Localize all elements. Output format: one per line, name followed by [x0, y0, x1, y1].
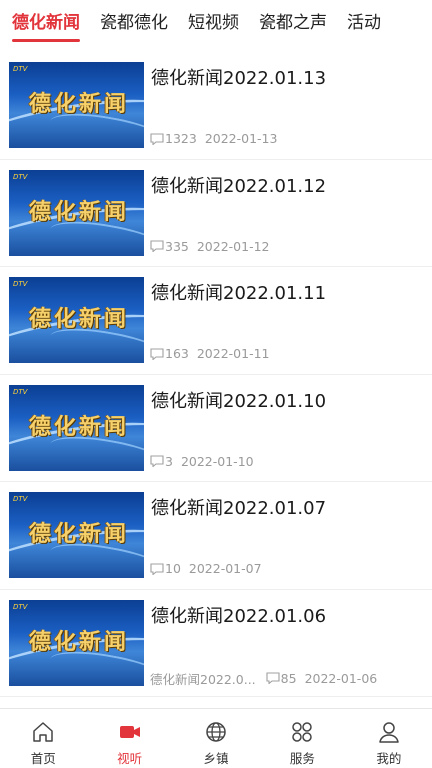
- video-thumbnail[interactable]: DTV 德化新闻: [9, 599, 144, 686]
- tab-dehua-news[interactable]: 德化新闻: [0, 0, 90, 46]
- view-count: 335: [165, 238, 189, 254]
- news-list: DTV 德化新闻 德化新闻2022.01.13 1323 2022-01-13 …: [0, 52, 432, 697]
- news-meta: 10 2022-01-07: [150, 561, 262, 576]
- globe-icon: [206, 722, 226, 742]
- tab-label: 瓷都德化: [100, 13, 168, 33]
- publish-date: 2022-01-13: [204, 131, 278, 146]
- thumbnail-logo-text: 德化新闻: [29, 413, 130, 440]
- news-meta: 3 2022-01-10: [150, 454, 254, 469]
- news-title[interactable]: 德化新闻2022.01.07: [151, 494, 421, 520]
- channel-logo-icon: DTV: [13, 65, 28, 73]
- grid-circles-icon: [292, 722, 313, 742]
- tab-label: 德化新闻: [12, 13, 80, 33]
- view-count: 85: [280, 670, 297, 686]
- thumbnail-logo-text: 德化新闻: [29, 91, 130, 117]
- nav-label: 视听: [117, 751, 143, 766]
- comment-icon: [150, 347, 164, 360]
- channel-logo-icon: DTV: [13, 280, 28, 288]
- news-meta: 1323 2022-01-13: [150, 131, 277, 146]
- publish-date: 2022-01-07: [188, 561, 262, 576]
- tab-label: 活动: [347, 13, 381, 33]
- view-count: 3: [165, 453, 173, 469]
- thumbnail-logo-text: 德化新闻: [29, 306, 130, 332]
- video-camera-icon: [119, 726, 140, 738]
- tab-label: 瓷都之声: [259, 13, 327, 33]
- news-title[interactable]: 德化新闻2022.01.06: [151, 602, 421, 628]
- tab-cidu-dehua[interactable]: 瓷都德化: [90, 0, 178, 46]
- video-thumbnail[interactable]: DTV 德化新闻: [9, 492, 144, 578]
- nav-label: 首页: [30, 751, 56, 766]
- tab-activities[interactable]: 活动: [337, 0, 391, 46]
- news-title[interactable]: 德化新闻2022.01.12: [151, 172, 421, 198]
- list-item[interactable]: DTV 德化新闻 德化新闻2022.01.11 163 2022-01-11: [0, 267, 432, 375]
- nav-media[interactable]: 视听: [86, 709, 172, 768]
- tab-short-video[interactable]: 短视频: [178, 0, 249, 46]
- news-meta: 163 2022-01-11: [150, 346, 270, 361]
- nav-label: 乡镇: [203, 751, 229, 766]
- list-item[interactable]: DTV 德化新闻 德化新闻2022.01.10 3 2022-01-10: [0, 375, 432, 482]
- nav-towns[interactable]: 乡镇: [173, 709, 259, 768]
- news-meta: 德化新闻2022.0... 85 2022-01-06: [150, 669, 377, 688]
- tab-cidu-voice[interactable]: 瓷都之声: [249, 0, 337, 46]
- news-title[interactable]: 德化新闻2022.01.13: [151, 64, 421, 90]
- view-count: 163: [165, 346, 189, 361]
- bottom-navigation: 首页 视听 乡镇 服务 我的: [0, 708, 432, 768]
- thumbnail-logo-text: 德化新闻: [29, 198, 130, 225]
- publish-date: 2022-01-11: [196, 346, 270, 361]
- category-tabs: 德化新闻 瓷都德化 短视频 瓷都之声 活动: [0, 0, 432, 46]
- publish-date: 2022-01-10: [180, 453, 254, 469]
- nav-profile[interactable]: 我的: [346, 709, 432, 768]
- news-title[interactable]: 德化新闻2022.01.10: [151, 387, 421, 413]
- video-thumbnail[interactable]: DTV 德化新闻: [9, 277, 144, 363]
- comment-icon: [150, 132, 164, 145]
- view-count: 10: [165, 561, 181, 576]
- user-icon: [379, 722, 399, 743]
- thumbnail-logo-text: 德化新闻: [29, 628, 130, 655]
- publish-date: 2022-01-06: [304, 670, 378, 686]
- channel-logo-icon: DTV: [13, 495, 28, 503]
- video-thumbnail[interactable]: DTV 德化新闻: [9, 62, 144, 148]
- news-meta: 335 2022-01-12: [150, 239, 270, 254]
- video-thumbnail[interactable]: DTV 德化新闻: [9, 384, 144, 471]
- news-source: 德化新闻2022.0...: [150, 671, 256, 687]
- nav-label: 服务: [289, 751, 315, 766]
- news-title[interactable]: 德化新闻2022.01.11: [151, 279, 421, 305]
- channel-logo-icon: DTV: [13, 387, 28, 396]
- nav-label: 我的: [376, 751, 402, 766]
- channel-logo-icon: DTV: [13, 172, 28, 181]
- publish-date: 2022-01-12: [196, 238, 270, 254]
- list-item[interactable]: DTV 德化新闻 德化新闻2022.01.12 335 2022-01-12: [0, 160, 432, 267]
- comment-icon: [150, 240, 164, 252]
- channel-logo-icon: DTV: [13, 602, 28, 611]
- video-thumbnail[interactable]: DTV 德化新闻: [9, 169, 144, 256]
- comment-icon: [150, 562, 164, 575]
- nav-home[interactable]: 首页: [0, 709, 86, 768]
- view-count: 1323: [165, 131, 197, 146]
- comment-icon: [266, 672, 280, 684]
- thumbnail-logo-text: 德化新闻: [29, 521, 130, 547]
- tab-label: 短视频: [188, 13, 239, 33]
- active-tab-indicator: [12, 39, 80, 42]
- comment-icon: [150, 455, 164, 467]
- nav-services[interactable]: 服务: [259, 709, 345, 768]
- list-item[interactable]: DTV 德化新闻 德化新闻2022.01.13 1323 2022-01-13: [0, 52, 432, 160]
- home-icon: [33, 722, 53, 742]
- list-item[interactable]: DTV 德化新闻 德化新闻2022.01.06 德化新闻2022.0... 85…: [0, 590, 432, 697]
- list-item[interactable]: DTV 德化新闻 德化新闻2022.01.07 10 2022-01-07: [0, 482, 432, 590]
